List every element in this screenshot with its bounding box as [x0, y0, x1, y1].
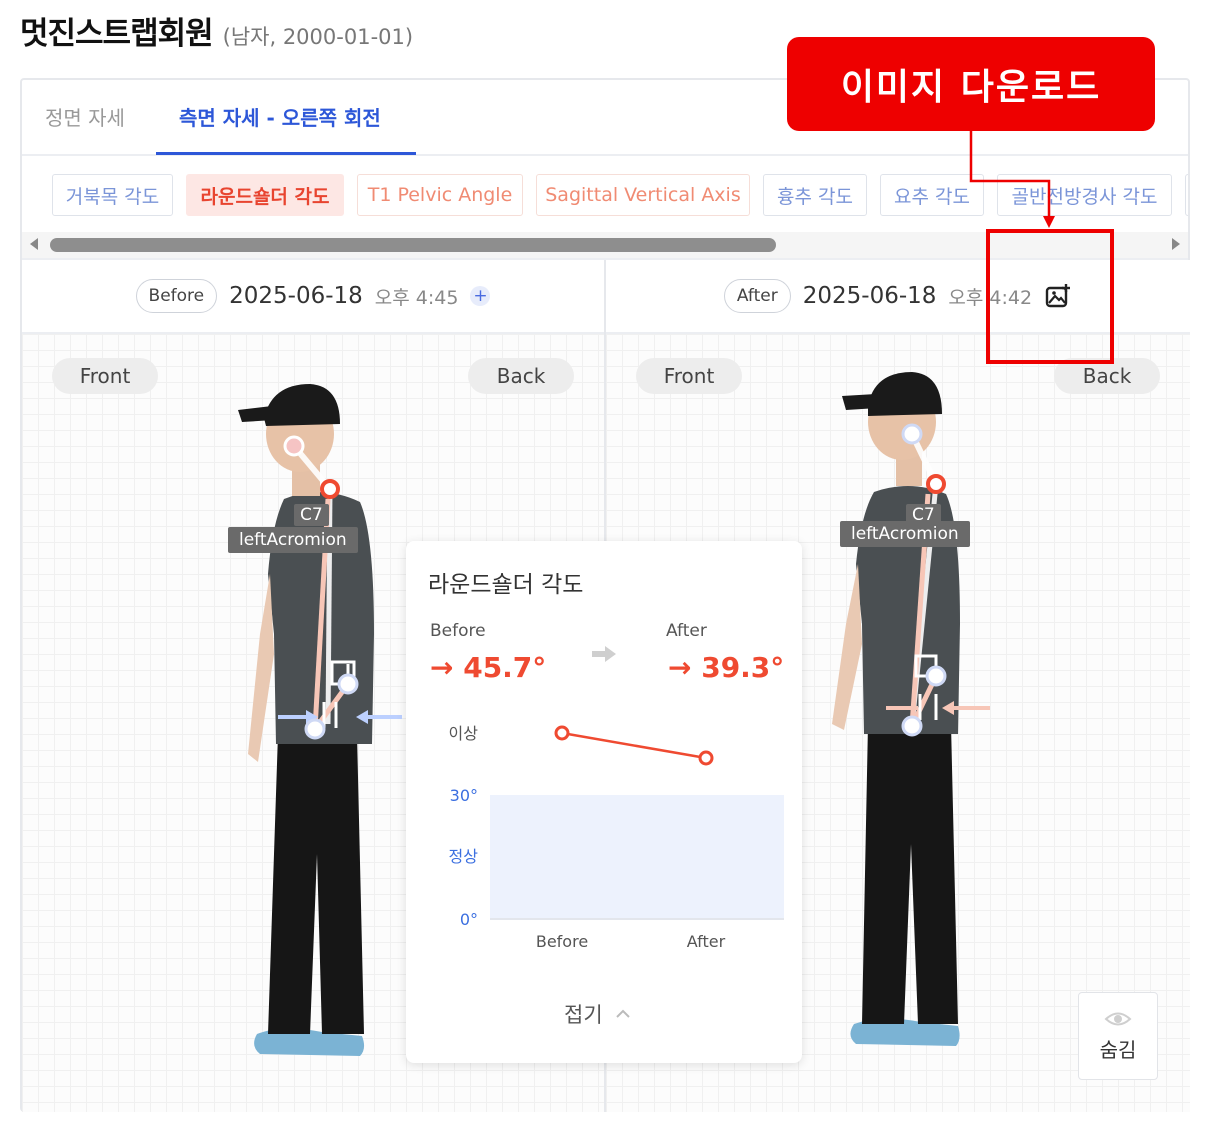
- chip-lumbar-angle[interactable]: 요추 각도: [880, 174, 984, 216]
- member-name: 멋진스트랩회원: [20, 16, 214, 52]
- member-meta: (남자, 2000-01-01): [222, 25, 414, 49]
- chip-turtle-neck[interactable]: 거북목 각도: [52, 174, 173, 216]
- hide-button[interactable]: 숨김: [1078, 992, 1158, 1080]
- after-value: → 39.3°: [668, 651, 785, 684]
- series-line: [561, 731, 707, 760]
- x-tick-label: Before: [536, 932, 588, 951]
- before-time: 오후 4:45: [374, 286, 459, 309]
- image-download-callout: 이미지 다운로드: [787, 37, 1155, 131]
- after-badge: After: [723, 279, 791, 313]
- y-tick-label: 30°: [450, 786, 478, 805]
- chip-sagittal-vertical-axis[interactable]: Sagittal Vertical Axis: [536, 174, 750, 216]
- c7-label: C7: [294, 504, 329, 526]
- chip-round-shoulder[interactable]: 라운드숄더 각도: [186, 174, 344, 216]
- download-highlight-box: [986, 229, 1114, 364]
- add-icon[interactable]: +: [470, 286, 491, 306]
- after-label: After: [666, 621, 707, 641]
- scrollbar-thumb[interactable]: [50, 238, 776, 252]
- compare-arrow-icon: [592, 646, 616, 662]
- tab-side-posture[interactable]: 측면 자세 - 오른쪽 회전: [179, 102, 381, 131]
- chip-t1-pelvic-angle[interactable]: T1 Pelvic Angle: [357, 174, 523, 216]
- chevron-up-icon: [615, 1009, 630, 1018]
- active-tab-indicator: [156, 152, 416, 155]
- member-header: 멋진스트랩회원 (남자, 2000-01-01): [20, 8, 413, 53]
- before-value: → 45.7°: [430, 651, 547, 684]
- scroll-right-icon[interactable]: [1172, 238, 1180, 250]
- before-badge: Before: [135, 279, 218, 313]
- after-date: 2025-06-18: [802, 283, 937, 309]
- y-tick-label: 정상: [449, 847, 479, 866]
- fold-label: 접기: [564, 1003, 603, 1027]
- tab-front-posture[interactable]: 정면 자세: [45, 102, 125, 131]
- before-panel-header: Before 2025-06-18 오후 4:45 +: [22, 260, 604, 334]
- hide-label: 숨김: [1099, 1037, 1137, 1062]
- data-point: [554, 725, 570, 741]
- metric-chip-bar: 거북목 각도 라운드숄더 각도 T1 Pelvic Angle Sagittal…: [22, 174, 1188, 218]
- round-shoulder-chart: 이상 30° 정상 0° Before After: [449, 724, 784, 951]
- y-tick-label: 이상: [449, 724, 479, 743]
- chip-thoracic-angle[interactable]: 흉추 각도: [763, 174, 867, 216]
- fold-button[interactable]: 접기: [564, 999, 631, 1029]
- x-tick-label: After: [687, 932, 726, 951]
- chip-pelvic-tilt-angle[interactable]: 골반전방경사 각도: [997, 174, 1172, 216]
- chip-overflow[interactable]: [1185, 174, 1188, 216]
- before-label: Before: [430, 621, 486, 641]
- eye-icon: [1104, 1012, 1132, 1025]
- normal-range-band: [490, 795, 784, 919]
- acromion-label: leftAcromion: [840, 521, 970, 547]
- round-shoulder-popup: 라운드숄더 각도 Before After → 45.7° → 39.3° 이상…: [406, 541, 802, 1063]
- popup-title: 라운드숄더 각도: [428, 572, 584, 598]
- scroll-left-icon[interactable]: [30, 238, 38, 250]
- before-date: 2025-06-18: [229, 283, 363, 309]
- acromion-label: leftAcromion: [228, 527, 358, 553]
- data-point: [698, 750, 714, 766]
- y-tick-label: 0°: [460, 910, 478, 929]
